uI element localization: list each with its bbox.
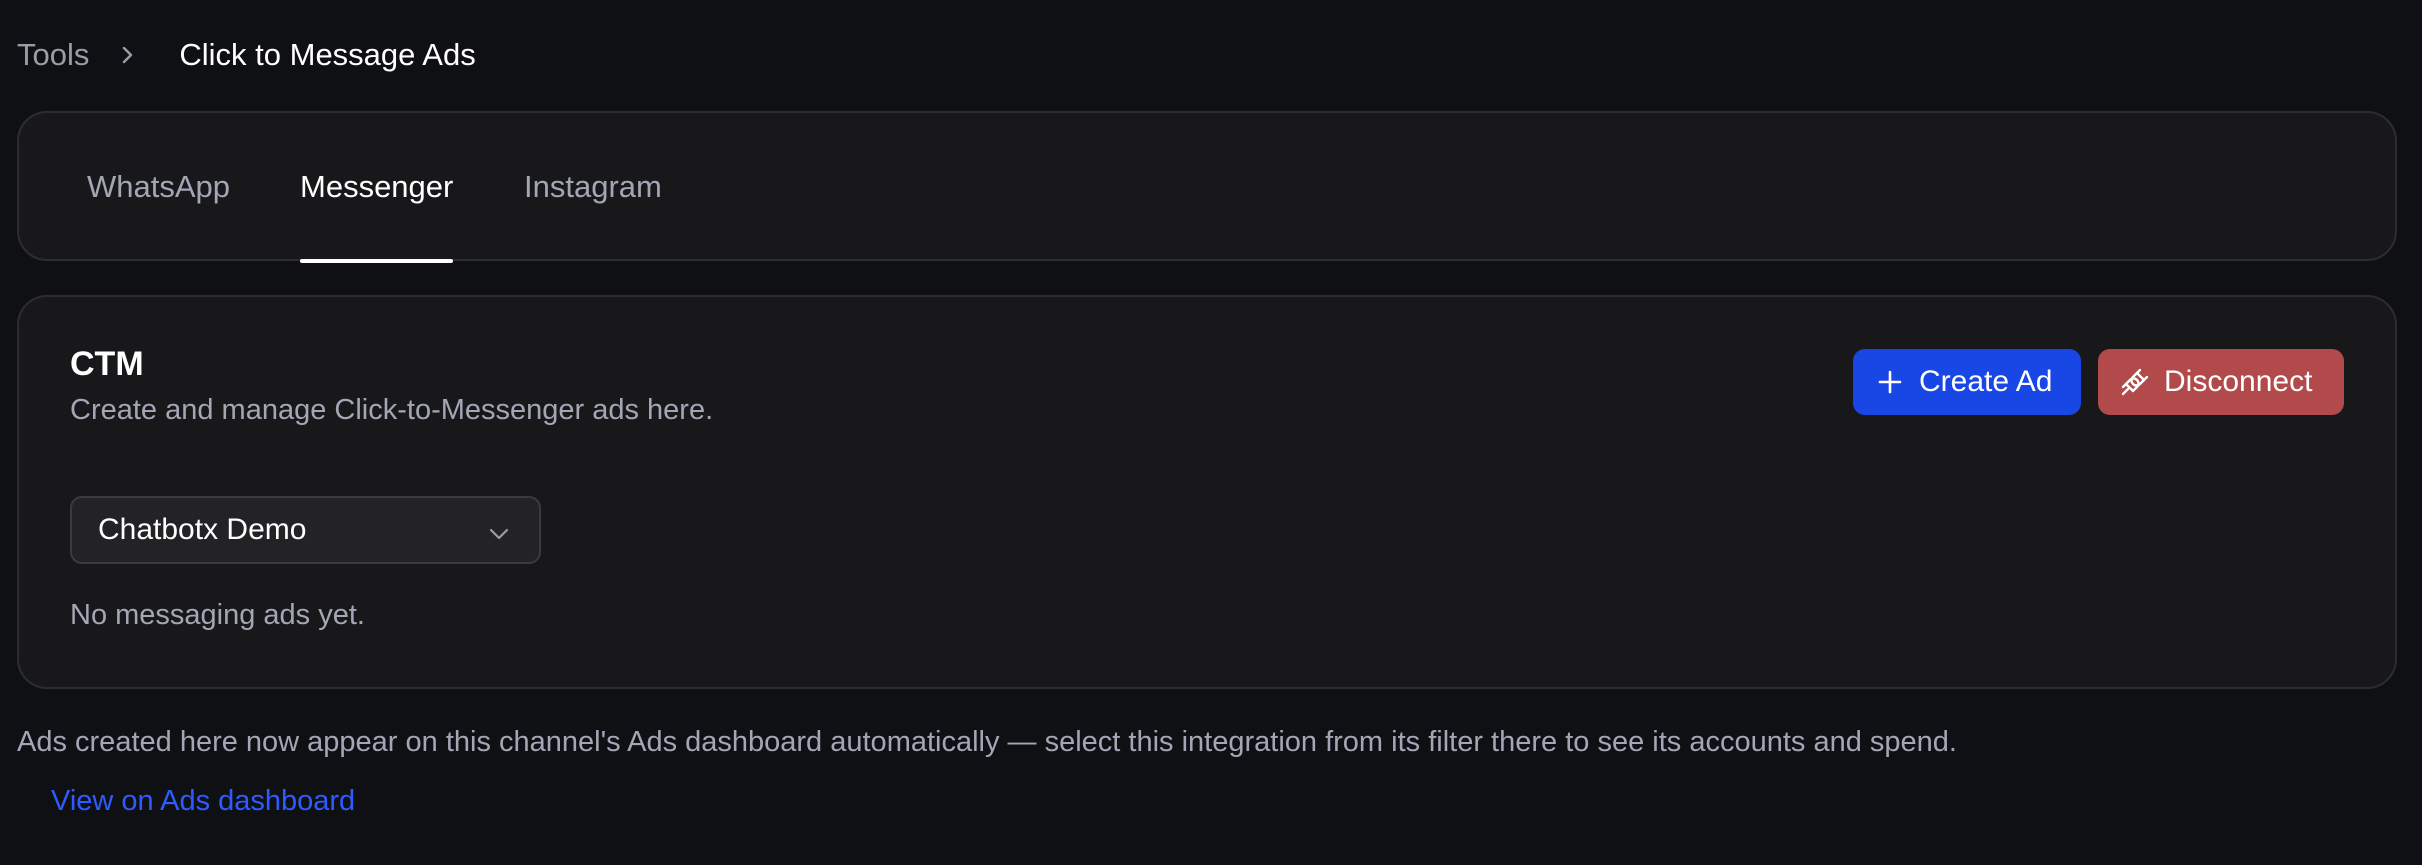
footer-note: Ads created here now appear on this chan… [17,726,1957,758]
account-select[interactable]: Chatbotx Demo [70,496,541,564]
tab-label: Messenger [300,169,454,204]
tab-label: Instagram [524,169,662,204]
chevron-right-icon [113,44,143,66]
breadcrumb-tools-link[interactable]: Tools [17,37,89,73]
account-select-value: Chatbotx Demo [98,513,307,546]
card-title: CTM [70,345,144,383]
unplug-icon [2120,367,2150,397]
tab-instagram[interactable]: Instagram [524,113,662,261]
disconnect-button[interactable]: Disconnect [2098,349,2344,415]
card-subtitle: Create and manage Click-to-Messenger ads… [70,394,714,426]
tab-messenger[interactable]: Messenger [300,113,454,263]
ctm-card: CTM Create and manage Click-to-Messenger… [17,295,2397,689]
chevron-down-icon [487,520,511,544]
empty-state-text: No messaging ads yet. [70,599,365,631]
page: Tools Click to Message Ads WhatsApp Mess… [0,0,2422,865]
tab-label: WhatsApp [87,169,231,204]
create-ad-label: Create Ad [1919,365,2053,398]
tab-whatsapp[interactable]: WhatsApp [87,113,230,261]
breadcrumb-current: Click to Message Ads [179,37,476,72]
channel-tabs: WhatsApp Messenger Instagram [17,111,2397,263]
plus-icon [1875,367,1905,397]
view-ads-dashboard-link[interactable]: View on Ads dashboard [51,785,355,818]
active-tab-indicator [300,259,454,263]
create-ad-button[interactable]: Create Ad [1853,349,2081,415]
disconnect-label: Disconnect [2164,365,2313,398]
breadcrumb: Tools Click to Message Ads [17,34,476,76]
